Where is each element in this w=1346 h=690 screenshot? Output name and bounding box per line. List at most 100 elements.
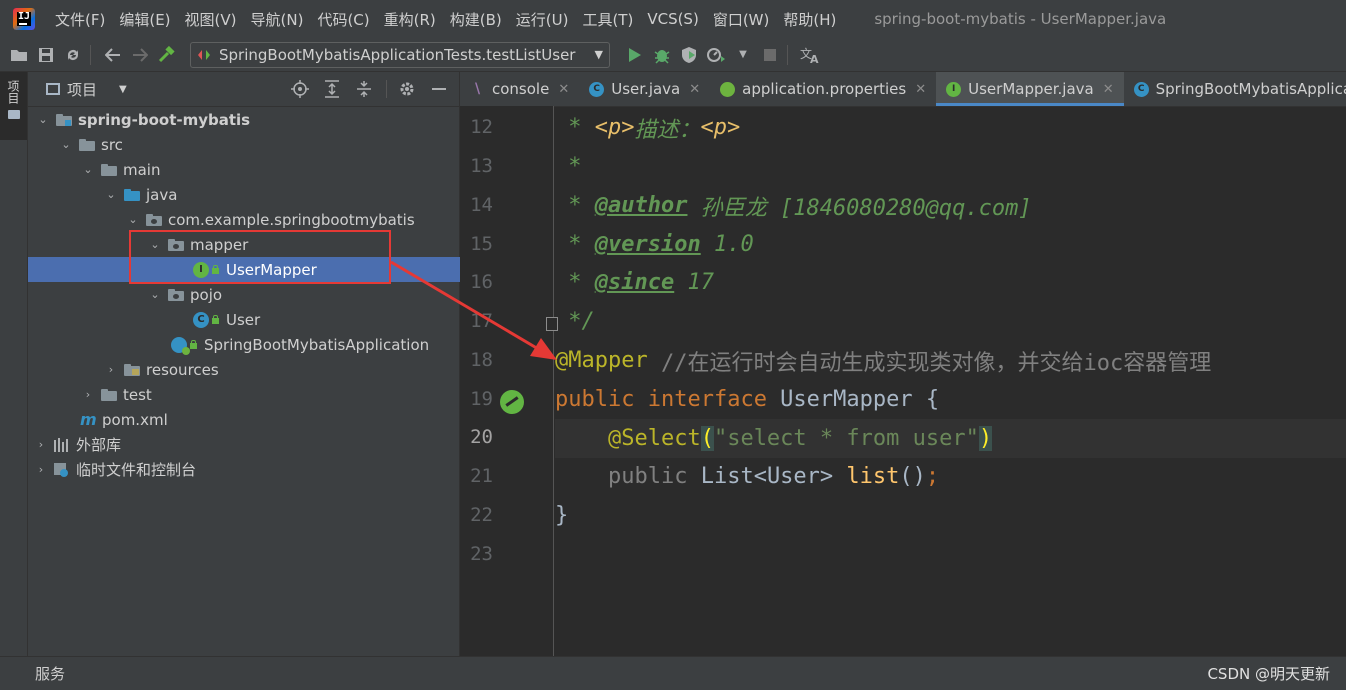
gear-icon[interactable]	[395, 77, 419, 101]
svg-text:A: A	[810, 53, 819, 64]
tree-item-java[interactable]: ⌄ java	[28, 182, 535, 207]
chevron-down-icon[interactable]: ⌄	[81, 163, 95, 176]
code-line-13: *	[555, 147, 1346, 186]
tab-usermapper-java[interactable]: I UserMapper.java ✕	[936, 72, 1124, 106]
close-icon[interactable]: ✕	[915, 82, 926, 97]
profile-dropdown-icon[interactable]: ▼	[732, 44, 754, 66]
tree-item-external-libraries[interactable]: › 外部库	[28, 432, 465, 457]
code-token: */	[555, 309, 595, 334]
tree-item-label: spring-boot-mybatis	[78, 110, 251, 129]
back-icon[interactable]	[102, 44, 124, 66]
folder-icon	[101, 388, 117, 401]
chevron-right-icon[interactable]: ›	[104, 363, 118, 376]
code-token: }	[555, 503, 569, 528]
minimize-icon[interactable]	[427, 77, 451, 101]
menu-file[interactable]: 文件(F)	[55, 9, 105, 30]
chevron-right-icon[interactable]: ›	[81, 388, 95, 401]
collapse-all-icon[interactable]	[352, 77, 376, 101]
run-configuration-selector[interactable]: SpringBootMybatisApplicationTests.testLi…	[190, 41, 610, 68]
sync-icon[interactable]	[62, 44, 84, 66]
menu-edit[interactable]: 编辑(E)	[119, 9, 170, 30]
project-tool-button[interactable]: 项目	[0, 72, 27, 140]
tree-item-src[interactable]: ⌄ src	[28, 132, 490, 157]
tab-springbootmybatisapplication[interactable]: C SpringBootMybatisApplica	[1124, 72, 1346, 106]
stop-icon[interactable]	[759, 44, 781, 66]
chevron-down-icon[interactable]: ⌄	[148, 238, 162, 251]
project-view-icon	[46, 83, 60, 95]
chevron-down-icon[interactable]: ⌄	[36, 113, 50, 126]
menu-tools[interactable]: 工具(T)	[582, 9, 633, 30]
chevron-right-icon[interactable]: ›	[34, 438, 48, 451]
coverage-icon[interactable]	[678, 44, 700, 66]
debug-icon[interactable]	[651, 44, 673, 66]
resources-folder-icon	[124, 363, 140, 376]
code-token: list	[846, 464, 900, 489]
build-icon[interactable]	[156, 44, 178, 66]
code-token: interface	[634, 387, 767, 412]
expand-all-icon[interactable]	[320, 77, 344, 101]
libraries-icon	[54, 437, 70, 452]
chevron-down-icon[interactable]: ⌄	[148, 288, 162, 301]
services-tool-button[interactable]: 服务	[35, 663, 65, 684]
tab-application-properties[interactable]: application.properties ✕	[710, 72, 936, 106]
tree-item-spring-boot-mybatis[interactable]: ⌄ spring-boot-mybatis	[28, 107, 467, 132]
menu-build[interactable]: 构建(B)	[450, 9, 502, 30]
folder-icon	[101, 163, 117, 176]
chevron-down-icon[interactable]: ⌄	[59, 138, 73, 151]
menu-vcs[interactable]: VCS(S)	[647, 10, 698, 28]
mybatis-bean-icon[interactable]	[500, 390, 524, 414]
line-number: 14	[470, 194, 493, 216]
tab-label: UserMapper.java	[968, 80, 1094, 98]
tab-label: console	[492, 80, 550, 98]
tree-item-scratches[interactable]: › 临时文件和控制台	[28, 457, 465, 482]
close-icon[interactable]: ✕	[689, 82, 700, 97]
code-token: <p>	[594, 115, 635, 140]
code-token: *	[555, 232, 595, 257]
chevron-down-icon[interactable]: ⌄	[104, 188, 118, 201]
menu-run[interactable]: 运行(U)	[516, 9, 569, 30]
open-icon[interactable]	[8, 44, 30, 66]
tree-item-label: mapper	[190, 235, 249, 254]
tree-item-main[interactable]: ⌄ main	[28, 157, 512, 182]
profile-icon[interactable]	[705, 44, 727, 66]
chevron-down-icon[interactable]: ⌄	[126, 213, 140, 226]
intellij-logo-icon: IJ	[13, 8, 35, 30]
close-icon[interactable]: ✕	[1103, 82, 1114, 97]
line-number: 22	[470, 504, 493, 526]
translate-icon[interactable]: 文A	[799, 44, 821, 66]
menu-window[interactable]: 窗口(W)	[713, 9, 770, 30]
tree-item-resources[interactable]: › resources	[28, 357, 535, 382]
close-icon[interactable]: ✕	[558, 82, 569, 97]
line-number: 21	[470, 465, 493, 487]
code-line-12: * <p> 描述： <p>	[555, 108, 1346, 147]
locate-icon[interactable]	[288, 77, 312, 101]
tree-item-label: java	[146, 185, 178, 204]
class-icon: C	[589, 81, 605, 97]
code-line-19: public interface UserMapper {	[555, 380, 1346, 419]
tree-item-label: main	[123, 160, 161, 179]
project-panel-title[interactable]: 项目	[67, 79, 97, 100]
project-panel-header: 项目 ▼	[28, 72, 459, 107]
code-area[interactable]: * <p> 描述： <p> * * @author 孙臣龙 [1846080280@…	[555, 106, 1346, 656]
tree-item-label: pojo	[190, 285, 223, 304]
menu-navigate[interactable]: 导航(N)	[251, 9, 304, 30]
tree-item-pom[interactable]: m pom.xml	[28, 407, 511, 432]
save-icon[interactable]	[35, 44, 57, 66]
menu-refactor[interactable]: 重构(R)	[384, 9, 436, 30]
code-line-21: public List<User> list();	[555, 457, 1346, 496]
project-tool-label: 项目	[6, 80, 20, 104]
tab-console[interactable]: \ console ✕	[460, 72, 579, 106]
code-token: List<User>	[687, 464, 847, 489]
menu-help[interactable]: 帮助(H)	[783, 9, 836, 30]
tree-item-label: 外部库	[76, 436, 122, 454]
chevron-right-icon[interactable]: ›	[34, 463, 48, 476]
tab-user-java[interactable]: C User.java ✕	[579, 72, 710, 106]
tree-item-test[interactable]: › test	[28, 382, 512, 407]
run-icon[interactable]	[624, 44, 646, 66]
line-number: 13	[470, 155, 493, 177]
menu-code[interactable]: 代码(C)	[317, 9, 369, 30]
chevron-down-icon[interactable]: ▼	[119, 84, 127, 95]
menu-view[interactable]: 视图(V)	[185, 9, 237, 30]
forward-icon[interactable]	[129, 44, 151, 66]
